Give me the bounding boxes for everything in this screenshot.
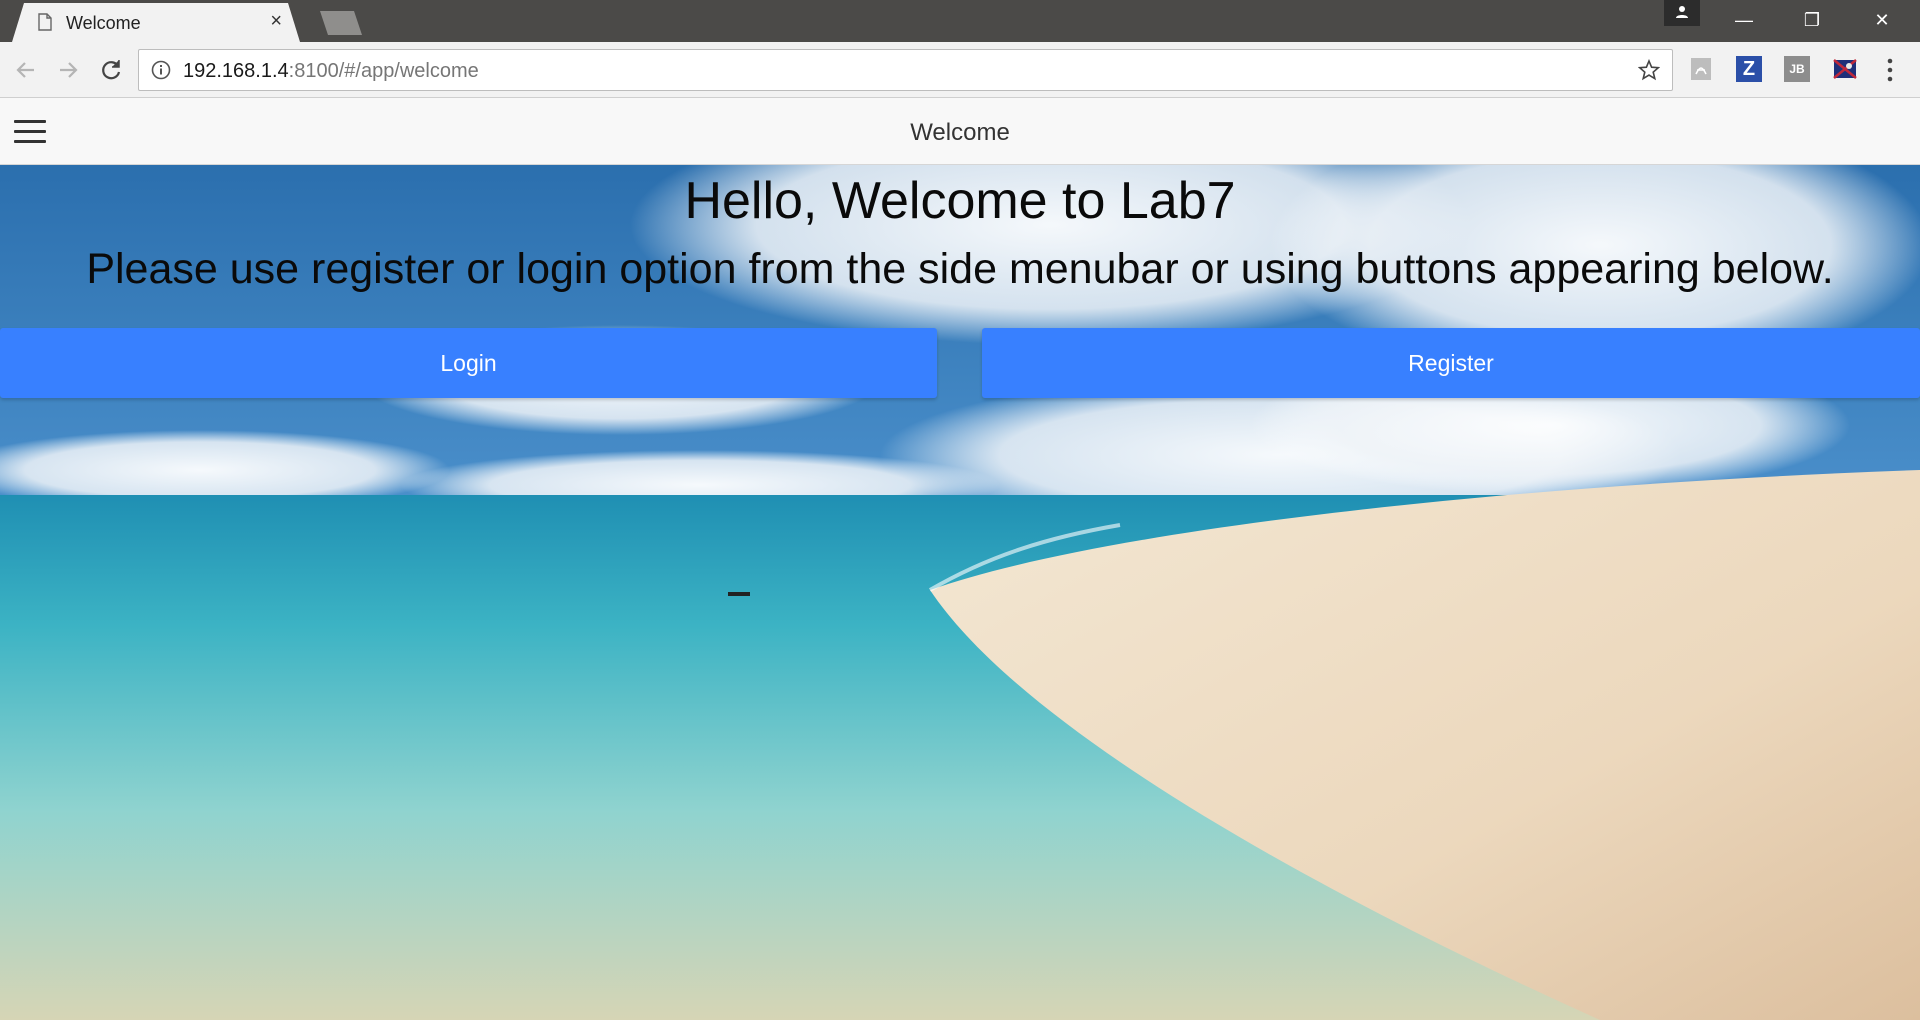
minimize-button[interactable]: —	[1710, 0, 1778, 42]
login-button[interactable]: Login	[0, 328, 937, 398]
browser-tab-welcome[interactable]: Welcome ×	[12, 3, 300, 42]
profile-button[interactable]	[1664, 0, 1700, 26]
bookmark-star-icon[interactable]	[1638, 59, 1660, 81]
flag-extension-icon[interactable]	[1832, 56, 1858, 82]
address-bar[interactable]: 192.168.1.4:8100/#/app/welcome	[138, 49, 1673, 91]
page-title: Welcome	[910, 119, 1010, 146]
welcome-content: Hello, Welcome to Lab7 Please use regist…	[0, 165, 1920, 1020]
welcome-instructions: Please use register or login option from…	[86, 245, 1834, 293]
tab-title: Welcome	[66, 13, 141, 33]
reload-icon[interactable]	[95, 54, 127, 86]
forward-arrow-icon[interactable]	[52, 54, 84, 86]
info-icon[interactable]	[151, 60, 171, 80]
tab-close-icon[interactable]: ×	[270, 11, 282, 31]
url-host: 192.168.1.4	[183, 60, 289, 82]
browser-titlebar: Welcome × — ❐ ✕	[0, 0, 1920, 42]
person-icon	[1676, 6, 1688, 18]
url-path: :8100/#/app/welcome	[288, 60, 479, 82]
browser-toolbar: 192.168.1.4:8100/#/app/welcome Z JB	[0, 42, 1920, 98]
window-close-button[interactable]: ✕	[1848, 0, 1916, 42]
z-extension-icon[interactable]: Z	[1736, 56, 1762, 82]
new-tab-button[interactable]	[320, 11, 362, 35]
jb-extension-icon[interactable]: JB	[1784, 56, 1810, 82]
restore-button[interactable]: ❐	[1778, 0, 1846, 42]
url-text[interactable]: 192.168.1.4:8100/#/app/welcome	[183, 60, 479, 83]
register-button[interactable]: Register	[982, 328, 1920, 398]
app-header: Welcome	[0, 98, 1920, 165]
pdf-extension-icon[interactable]	[1688, 56, 1714, 82]
browser-menu-icon[interactable]	[1886, 56, 1894, 84]
welcome-headline: Hello, Welcome to Lab7	[684, 172, 1236, 230]
back-arrow-icon[interactable]	[10, 54, 42, 86]
page-icon	[38, 13, 52, 31]
